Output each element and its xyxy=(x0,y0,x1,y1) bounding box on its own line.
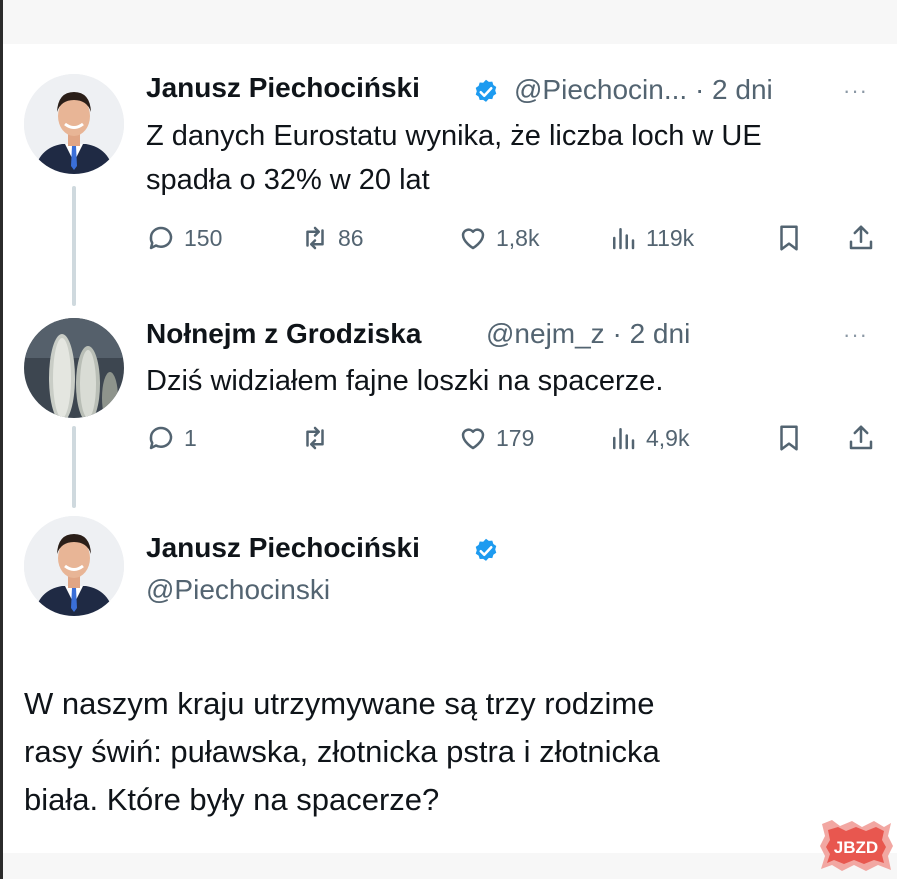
top-band xyxy=(3,0,897,44)
reply-count: 150 xyxy=(184,224,223,251)
share-button[interactable] xyxy=(846,423,876,453)
views-count: 4,9k xyxy=(646,424,690,451)
views-chart-icon xyxy=(613,228,635,250)
tweet-text-line: spadła o 32% w 20 lat xyxy=(146,164,430,196)
heart-icon xyxy=(461,228,485,250)
avatar-person-image xyxy=(24,516,124,616)
author-handle[interactable]: @Piechocinski xyxy=(146,574,330,606)
thread-line xyxy=(72,186,76,306)
bookmark-button[interactable] xyxy=(774,423,804,453)
retweet-count: 86 xyxy=(338,224,364,251)
retweet-button[interactable]: 86 xyxy=(300,223,364,253)
retweet-icon xyxy=(306,426,324,450)
bookmark-icon xyxy=(780,425,798,451)
retweet-icon xyxy=(306,226,324,250)
verified-badge-icon xyxy=(475,538,497,561)
author-name[interactable]: Janusz Piechociński xyxy=(146,72,420,104)
main-tweet-text-line: W naszym kraju utrzymywane są trzy rodzi… xyxy=(24,686,655,721)
avatar[interactable] xyxy=(24,318,124,418)
more-options-icon[interactable]: ··· xyxy=(843,322,868,348)
retweet-button[interactable] xyxy=(300,423,338,453)
thread-line xyxy=(72,426,76,508)
heart-icon xyxy=(461,428,485,450)
reply-button[interactable]: 150 xyxy=(146,223,222,253)
views-button[interactable]: 4,9k xyxy=(608,423,689,453)
like-count: 1,8k xyxy=(496,224,540,251)
bookmark-button[interactable] xyxy=(774,223,804,253)
handle-and-time[interactable]: @nejm_z · 2 dni xyxy=(486,318,690,350)
verified-badge-icon xyxy=(475,79,497,102)
tweet-text-line: Z danych Eurostatu wynika, że liczba loc… xyxy=(146,120,762,152)
main-tweet-text-line: rasy świń: puławska, złotnicka pstra i z… xyxy=(24,734,660,769)
views-count: 119k xyxy=(646,224,695,251)
reply-icon xyxy=(149,426,173,450)
author-name[interactable]: Janusz Piechociński xyxy=(146,532,420,564)
avatar[interactable] xyxy=(24,516,124,616)
like-count: 179 xyxy=(496,424,535,451)
more-options-icon[interactable]: ··· xyxy=(843,78,868,104)
avatar-cactus-image xyxy=(24,318,124,418)
avatar[interactable] xyxy=(24,74,124,174)
author-name[interactable]: Nołnejm z Grodziska xyxy=(146,318,421,350)
views-button[interactable]: 119k xyxy=(608,223,694,253)
tweet-text-line: Dziś widziałem fajne loszki na spacerze. xyxy=(146,365,664,397)
bottom-band xyxy=(3,853,897,879)
avatar-person-image xyxy=(24,74,124,174)
jbzd-watermark-logo: JBZD xyxy=(820,820,893,871)
handle-and-time[interactable]: @Piechocin... · 2 dni xyxy=(514,74,773,106)
reply-icon xyxy=(149,226,173,250)
reply-count: 1 xyxy=(184,424,197,451)
share-button[interactable] xyxy=(846,223,876,253)
bookmark-icon xyxy=(780,225,798,251)
share-icon xyxy=(849,425,873,450)
svg-text:JBZD: JBZD xyxy=(834,838,878,857)
views-chart-icon xyxy=(613,428,635,450)
share-icon xyxy=(849,225,873,250)
like-button[interactable]: 1,8k xyxy=(458,223,539,253)
reply-button[interactable]: 1 xyxy=(146,423,197,453)
main-tweet-text: W naszym kraju utrzymywane są trzy rodzi… xyxy=(24,680,660,824)
main-tweet-text-line: biała. Które były na spacerze? xyxy=(24,782,440,817)
like-button[interactable]: 179 xyxy=(458,423,534,453)
left-edge-bar xyxy=(0,0,3,879)
